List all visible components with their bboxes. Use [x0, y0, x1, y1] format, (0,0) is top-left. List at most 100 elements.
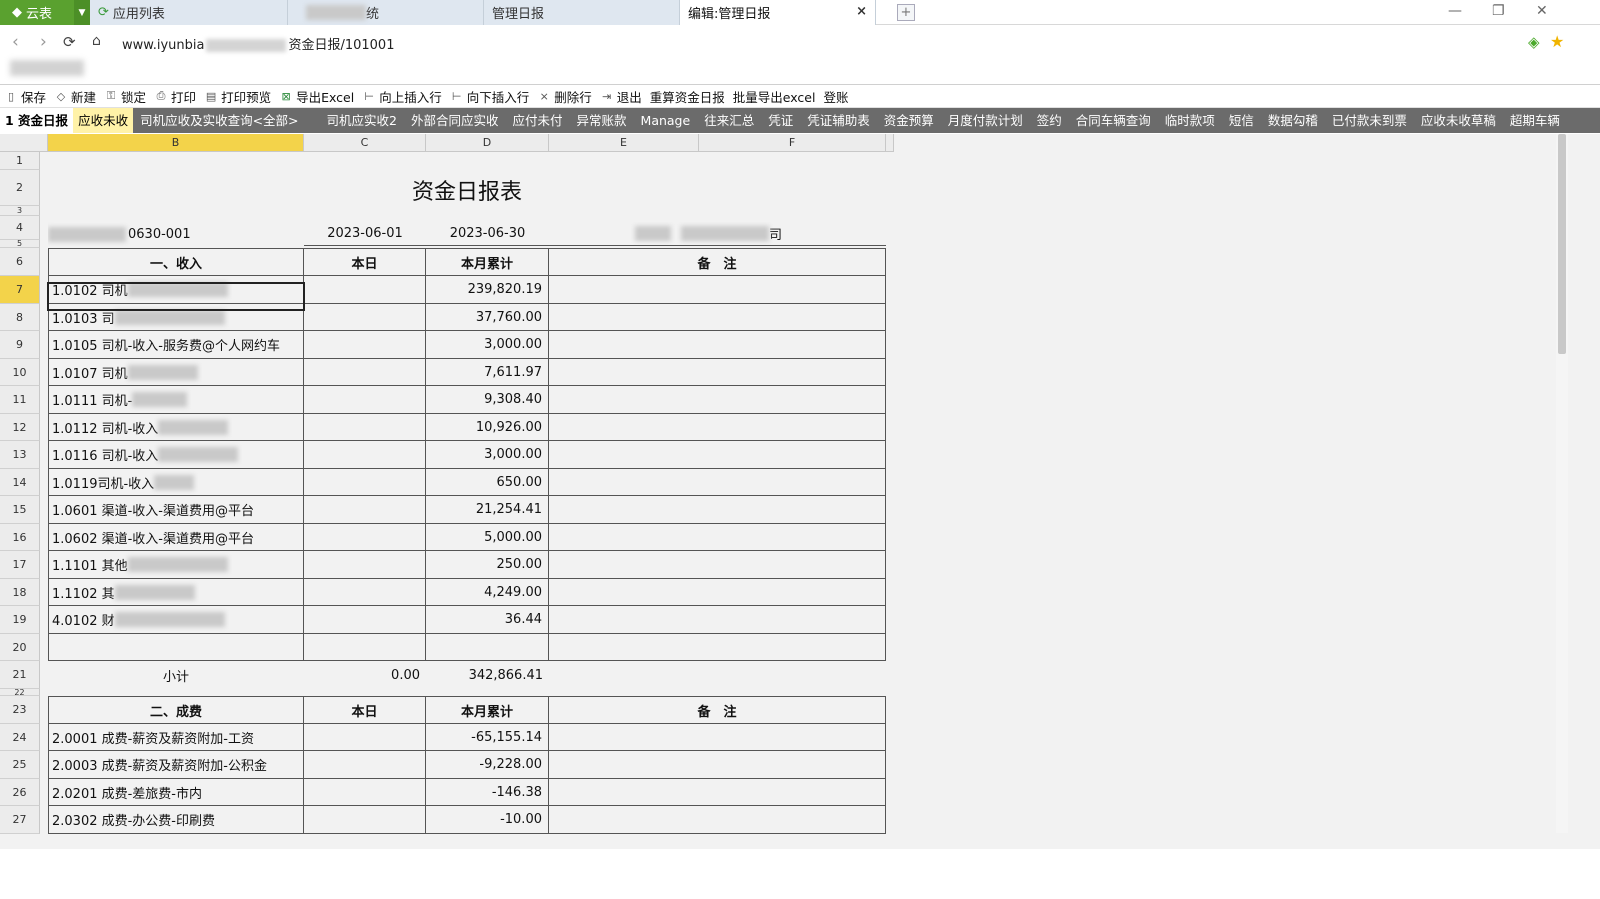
- print-preview-button[interactable]: ▤ 打印预览: [204, 87, 271, 106]
- row-header[interactable]: 20: [0, 634, 40, 661]
- cost-today-cell[interactable]: [304, 806, 426, 834]
- income-remark-cell[interactable]: [549, 331, 886, 359]
- corner-cell[interactable]: [0, 134, 48, 152]
- column-header-d[interactable]: D: [426, 134, 549, 152]
- column-header-c[interactable]: C: [304, 134, 426, 152]
- income-month-cell[interactable]: 7,611.97: [426, 359, 549, 386]
- row-header[interactable]: 3: [0, 206, 40, 216]
- column-header-b[interactable]: B: [48, 134, 304, 152]
- cost-month-cell[interactable]: -10.00: [426, 806, 549, 834]
- income-remark-cell[interactable]: [549, 276, 886, 304]
- post-account-button[interactable]: 登账: [823, 87, 848, 106]
- cost-header-cell[interactable]: 本月累计: [426, 696, 549, 724]
- app-logo-button[interactable]: ◆ 云表 ▼: [0, 0, 90, 25]
- income-item-cell[interactable]: 4.0102 财: [48, 606, 304, 634]
- sheet-tab[interactable]: 司机应收及实收查询<全部>: [133, 108, 305, 133]
- row-header[interactable]: 24: [0, 724, 40, 751]
- batch-export-button[interactable]: 批量导出excel: [733, 87, 816, 106]
- income-month-cell[interactable]: 36.44: [426, 606, 549, 634]
- income-remark-cell[interactable]: [549, 304, 886, 331]
- row-header[interactable]: 5: [0, 239, 40, 248]
- cost-today-cell[interactable]: [304, 779, 426, 806]
- cost-month-cell[interactable]: -65,155.14: [426, 724, 549, 751]
- row-header[interactable]: 8: [0, 304, 40, 331]
- sheet-tab[interactable]: 已付款未到票: [1325, 108, 1414, 133]
- date-to-cell[interactable]: 2023-06-30: [426, 222, 549, 246]
- row-header[interactable]: 14: [0, 469, 40, 496]
- url-field[interactable]: www.iyunbia 资金日报/101001: [122, 34, 394, 53]
- income-month-cell[interactable]: 3,000.00: [426, 441, 549, 469]
- income-header-cell[interactable]: 本月累计: [426, 248, 549, 276]
- new-tab-button[interactable]: +: [897, 4, 915, 21]
- row-header[interactable]: 18: [0, 579, 40, 606]
- column-header-more[interactable]: [886, 134, 894, 152]
- income-month-cell[interactable]: 239,820.19: [426, 276, 549, 304]
- close-tab-icon[interactable]: ×: [856, 4, 867, 19]
- income-item-cell[interactable]: [48, 634, 304, 661]
- browser-tab-app-list[interactable]: ⟳ 应用列表: [90, 0, 288, 25]
- income-item-cell[interactable]: 1.1101 其他: [48, 551, 304, 579]
- subtotal-today[interactable]: 0.00: [304, 661, 426, 689]
- cost-today-cell[interactable]: [304, 751, 426, 779]
- income-today-cell[interactable]: [304, 551, 426, 579]
- home-icon[interactable]: ⌂: [92, 33, 101, 49]
- print-button[interactable]: ⎙ 打印: [154, 87, 196, 106]
- sheet-tab[interactable]: 超期车辆: [1503, 108, 1567, 133]
- sheet-tab[interactable]: 签约: [1030, 108, 1069, 133]
- income-today-cell[interactable]: [304, 579, 426, 606]
- income-item-cell[interactable]: 1.0601 渠道-收入-渠道费用@平台: [48, 496, 304, 524]
- cost-header-cell[interactable]: 备 注: [549, 696, 886, 724]
- date-from-cell[interactable]: 2023-06-01: [304, 222, 426, 246]
- row-header[interactable]: 11: [0, 386, 40, 414]
- row-header[interactable]: 23: [0, 696, 40, 724]
- cost-item-cell[interactable]: 2.0201 成费-差旅费-市内: [48, 779, 304, 806]
- sheet-tab[interactable]: 1 资金日报: [0, 108, 74, 133]
- browser-tab-edit-report[interactable]: 编辑:管理日报 ×: [680, 0, 876, 25]
- extension-icon[interactable]: ◈: [1528, 33, 1540, 51]
- cost-month-cell[interactable]: -146.38: [426, 779, 549, 806]
- cost-remark-cell[interactable]: [549, 724, 886, 751]
- income-remark-cell[interactable]: [549, 524, 886, 551]
- income-remark-cell[interactable]: [549, 414, 886, 441]
- back-icon[interactable]: ‹: [12, 32, 19, 52]
- new-button[interactable]: ◇ 新建: [54, 87, 96, 106]
- income-remark-cell[interactable]: [549, 441, 886, 469]
- income-today-cell[interactable]: [304, 634, 426, 661]
- cost-header-cell[interactable]: 本日: [304, 696, 426, 724]
- company-cell[interactable]: 司: [549, 222, 886, 246]
- income-today-cell[interactable]: [304, 359, 426, 386]
- delete-row-button[interactable]: ⨯ 删除行: [537, 87, 592, 106]
- income-month-cell[interactable]: 21,254.41: [426, 496, 549, 524]
- row-header[interactable]: 4: [0, 216, 40, 240]
- income-item-cell[interactable]: 1.1102 其: [48, 579, 304, 606]
- income-month-cell[interactable]: 37,760.00: [426, 304, 549, 331]
- lock-button[interactable]: ⚿ 锁定: [104, 87, 146, 106]
- row-header[interactable]: 13: [0, 441, 40, 469]
- sheet-tab[interactable]: 短信: [1222, 108, 1261, 133]
- insert-row-below-button[interactable]: ⊢ 向下插入行: [450, 87, 529, 106]
- income-item-cell[interactable]: 1.0111 司机-: [48, 386, 304, 414]
- income-item-cell[interactable]: 1.0119司机-收入: [48, 469, 304, 496]
- row-header[interactable]: 9: [0, 331, 40, 359]
- cost-remark-cell[interactable]: [549, 806, 886, 834]
- row-header[interactable]: 1: [0, 152, 40, 170]
- row-header[interactable]: 26: [0, 779, 40, 806]
- income-item-cell[interactable]: 1.0105 司机-收入-服务费@个人网约车: [48, 331, 304, 359]
- income-month-cell[interactable]: 10,926.00: [426, 414, 549, 441]
- income-item-cell[interactable]: 1.0112 司机-收入: [48, 414, 304, 441]
- row-header[interactable]: 25: [0, 751, 40, 779]
- income-today-cell[interactable]: [304, 414, 426, 441]
- cost-today-cell[interactable]: [304, 724, 426, 751]
- cost-item-cell[interactable]: 2.0302 成费-办公费-印刷费: [48, 806, 304, 834]
- row-header[interactable]: 19: [0, 606, 40, 634]
- chevron-down-icon[interactable]: ▼: [74, 0, 90, 25]
- income-remark-cell[interactable]: [549, 551, 886, 579]
- spreadsheet-grid[interactable]: B C D E F 资金日报表 0630-001 2023-06-01 2023…: [0, 134, 1600, 849]
- income-today-cell[interactable]: [304, 441, 426, 469]
- sheet-tab[interactable]: 异常账款: [570, 108, 634, 133]
- income-remark-cell[interactable]: [549, 386, 886, 414]
- income-item-cell[interactable]: 1.0107 司机: [48, 359, 304, 386]
- row-header[interactable]: 17: [0, 551, 40, 579]
- income-remark-cell[interactable]: [549, 469, 886, 496]
- income-month-cell[interactable]: 5,000.00: [426, 524, 549, 551]
